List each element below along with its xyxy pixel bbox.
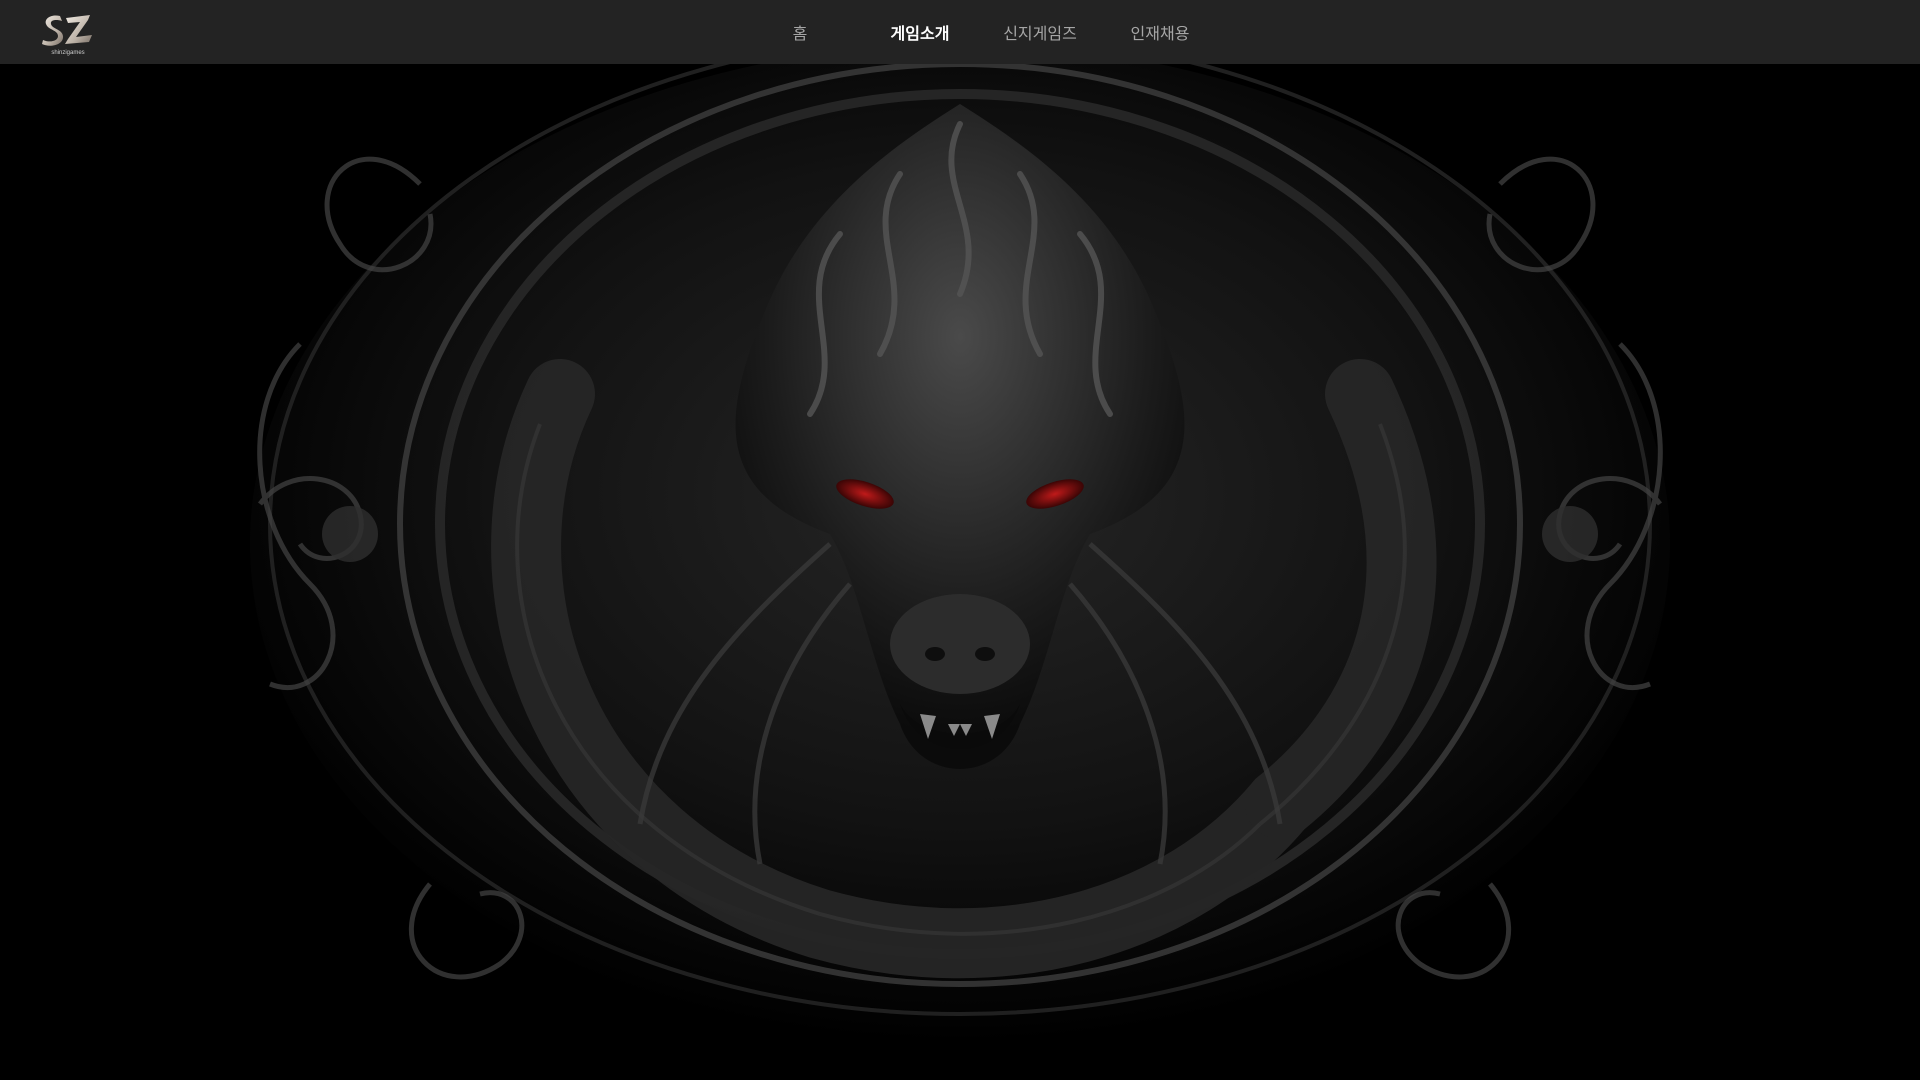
- site-header: shinzigames 홈 게임소개 신지게임즈 인재채용: [0, 0, 1920, 64]
- logo-subtext: shinzigames: [51, 50, 84, 56]
- main-nav: 홈 게임소개 신지게임즈 인재채용: [740, 0, 1220, 64]
- logo-graphic: shinzigames: [42, 15, 92, 56]
- nav-item-game-intro[interactable]: 게임소개: [860, 20, 980, 44]
- dragon-emblem-image: [250, 64, 1670, 1044]
- hero-section: [0, 64, 1920, 1080]
- nav-item-careers[interactable]: 인재채용: [1100, 20, 1220, 44]
- nav-item-shinzi-games[interactable]: 신지게임즈: [980, 20, 1100, 44]
- sz-logo-icon[interactable]: shinzigames: [38, 10, 98, 56]
- nav-item-home[interactable]: 홈: [740, 20, 860, 44]
